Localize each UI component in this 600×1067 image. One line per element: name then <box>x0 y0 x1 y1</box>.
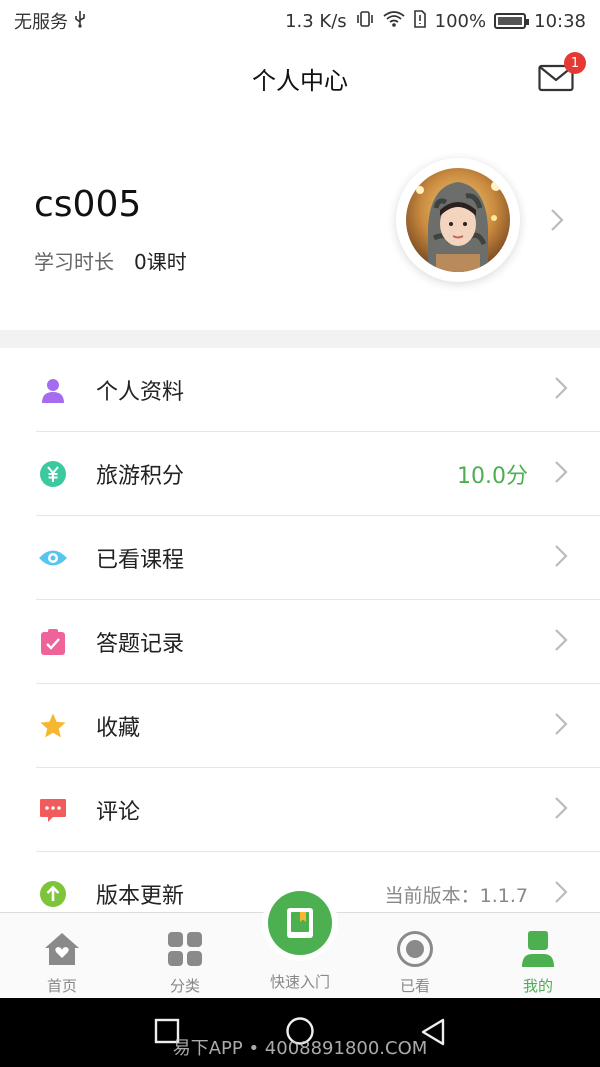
menu-item-label: 已看课程 <box>96 548 185 573</box>
menu-item-label: 收藏 <box>96 716 141 741</box>
points-value: 10.0分 <box>457 464 528 489</box>
vibrate-icon <box>355 10 375 33</box>
chevron-right-icon <box>554 376 568 404</box>
chevron-right-icon <box>554 880 568 908</box>
quick-start-button[interactable] <box>268 891 332 955</box>
nav-home[interactable]: 首页 <box>2 913 122 999</box>
current-version: 当前版本：1.1.7 <box>384 884 528 907</box>
chevron-right-icon <box>554 628 568 656</box>
menu-item-quiz-records[interactable]: 答题记录 <box>0 600 600 684</box>
carrier-text: 无服务 <box>14 12 68 33</box>
record-icon <box>395 929 435 969</box>
nav-watched[interactable]: 已看 <box>355 913 475 999</box>
profile-card[interactable]: cs005 学习时长 0课时 <box>0 114 600 330</box>
avatar-image <box>406 168 510 272</box>
unread-badge: 1 <box>564 52 586 74</box>
page-header: 个人中心 1 <box>0 42 600 114</box>
chevron-right-icon <box>554 796 568 824</box>
page-title: 个人中心 <box>252 66 348 95</box>
battery-icon <box>494 13 530 29</box>
usb-icon <box>74 10 86 33</box>
menu-item-label: 答题记录 <box>96 632 185 657</box>
system-nav-bar: 易下APP • 4008891800.COM <box>0 998 600 1067</box>
chevron-right-icon <box>550 208 564 236</box>
section-divider <box>0 330 600 348</box>
messages-button[interactable]: 1 <box>538 52 586 92</box>
battery-percent: 100% <box>434 10 487 32</box>
status-bar: 无服务 1.3 K/s 100% 10:38 <box>0 0 600 42</box>
nav-label: 我的 <box>522 977 553 995</box>
menu-item-travel-points[interactable]: 旅游积分 10.0分 <box>0 432 600 516</box>
nav-category[interactable]: 分类 <box>125 913 245 999</box>
nav-label: 已看 <box>399 977 430 995</box>
eye-icon <box>38 543 68 573</box>
menu-item-label: 个人资料 <box>96 380 185 405</box>
person-icon <box>38 375 68 405</box>
quick-start-label: 快速入门 <box>269 973 330 991</box>
chevron-right-icon <box>554 544 568 572</box>
menu-item-favorites[interactable]: 收藏 <box>0 684 600 768</box>
username: cs005 <box>34 184 142 225</box>
book-icon <box>287 908 313 938</box>
menu-list: 个人资料 旅游积分 10.0分 已看课程 答题记录 收藏 评论 版本更新 当前版… <box>0 348 600 936</box>
chevron-right-icon <box>554 712 568 740</box>
user-icon <box>518 929 558 969</box>
nav-label: 分类 <box>169 977 200 995</box>
menu-item-label: 版本更新 <box>96 884 185 909</box>
nav-mine[interactable]: 我的 <box>478 913 598 999</box>
study-time-label: 学习时长 <box>34 250 114 274</box>
clipboard-check-icon <box>38 627 68 657</box>
comment-icon <box>38 795 68 825</box>
menu-item-label: 旅游积分 <box>96 464 185 489</box>
study-time-value: 0课时 <box>134 250 187 274</box>
bottom-nav: 首页 分类 快速入门 已看 我的 <box>0 891 600 999</box>
menu-item-watched-courses[interactable]: 已看课程 <box>0 516 600 600</box>
star-icon <box>38 711 68 741</box>
wifi-icon <box>383 10 405 33</box>
avatar[interactable] <box>396 158 520 282</box>
grid-icon <box>165 929 205 969</box>
sim-icon <box>413 9 427 33</box>
home-icon <box>42 929 82 969</box>
upgrade-icon <box>38 879 68 909</box>
clock-time: 10:38 <box>534 10 586 32</box>
yen-coin-icon <box>38 459 68 489</box>
network-speed: 1.3 K/s <box>285 10 347 32</box>
watermark-text: 易下APP • 4008891800.COM <box>172 1038 428 1059</box>
menu-item-label: 评论 <box>96 800 141 825</box>
chevron-right-icon <box>554 460 568 488</box>
nav-label: 首页 <box>46 977 77 995</box>
menu-item-profile[interactable]: 个人资料 <box>0 348 600 432</box>
menu-item-comments[interactable]: 评论 <box>0 768 600 852</box>
study-time-row: 学习时长 0课时 <box>34 246 187 275</box>
